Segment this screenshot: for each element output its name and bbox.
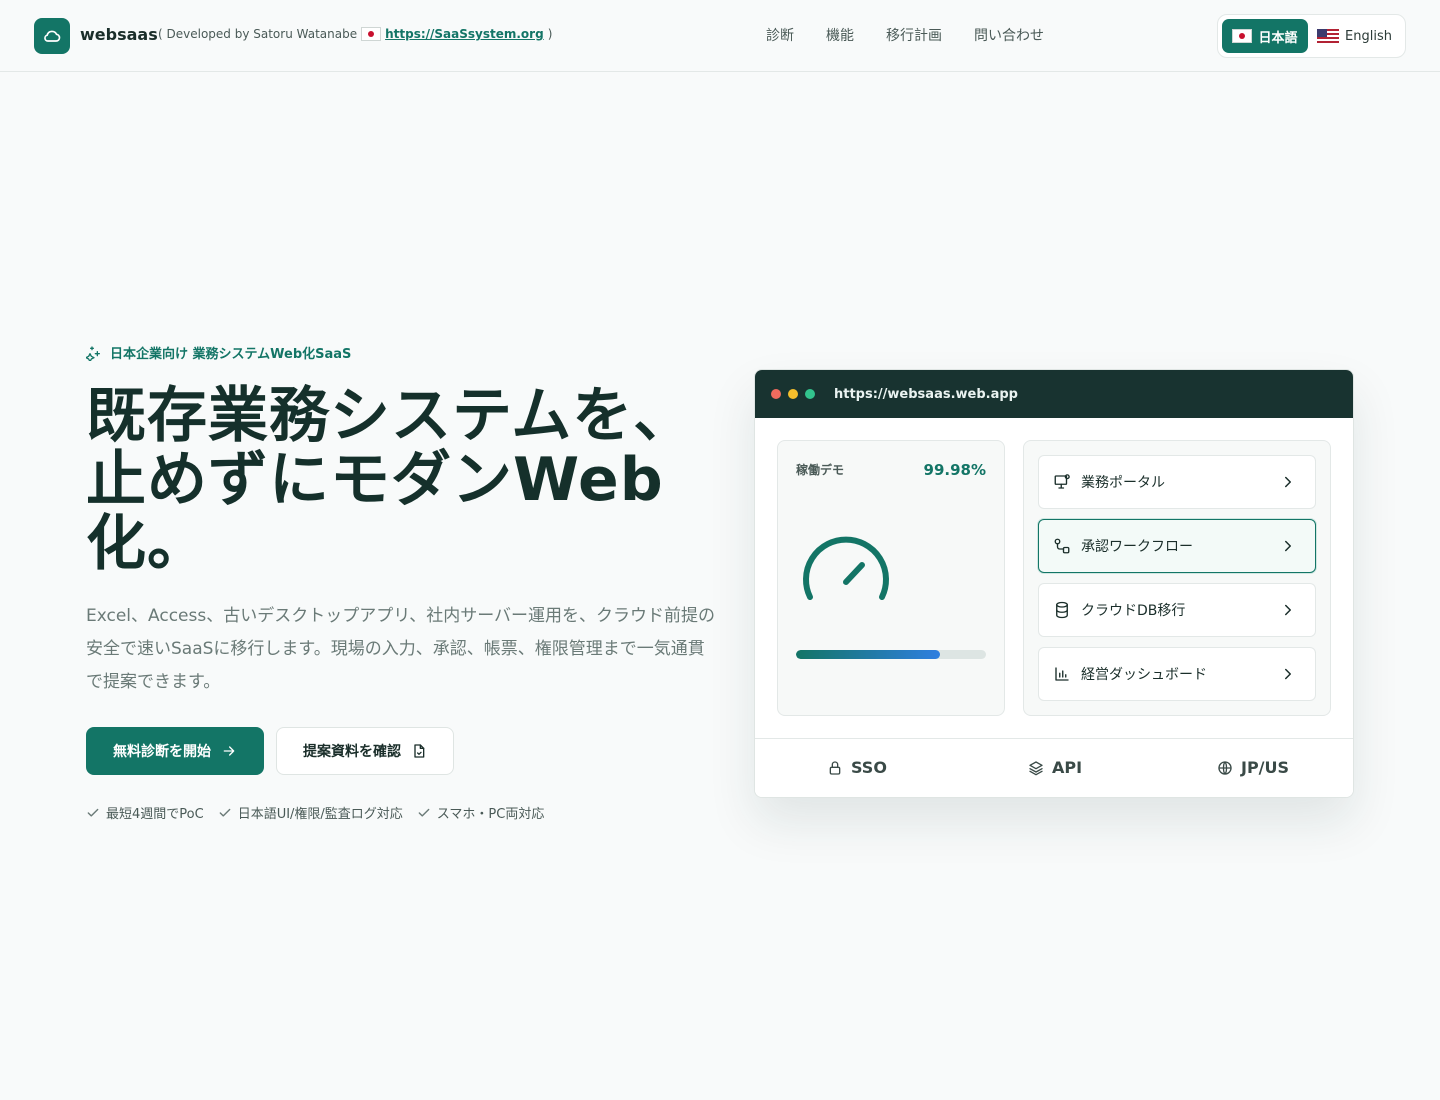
mockup-browser-bar: https://websaas.web.app xyxy=(755,370,1353,418)
japan-flag-icon xyxy=(361,27,382,41)
uptime-card: 稼働デモ 99.98% xyxy=(777,440,1005,716)
lang-english-button[interactable]: English xyxy=(1308,19,1401,53)
arrow-right-icon xyxy=(223,746,235,756)
workflow-icon xyxy=(1054,538,1070,554)
check-item-poc: 最短4週間でPoC xyxy=(86,803,204,822)
menu-item-label: 業務ポータル xyxy=(1081,475,1165,491)
layers-icon xyxy=(1029,760,1043,775)
feature-label: JP/US xyxy=(1241,758,1290,777)
check-label: 日本語UI/権限/監査ログ対応 xyxy=(237,807,403,822)
menu-item-label: 承認ワークフロー xyxy=(1081,539,1193,555)
feature-label: SSO xyxy=(851,758,887,777)
check-icon xyxy=(87,808,99,817)
menu-item-label: クラウドDB移行 xyxy=(1081,603,1186,619)
document-icon xyxy=(414,744,425,758)
menu-item-label: 経営ダッシュボード xyxy=(1081,667,1207,683)
chevron-right-icon xyxy=(1285,476,1291,488)
bar-chart-icon xyxy=(1055,667,1069,681)
menu-item-portal[interactable]: 業務ポータル xyxy=(1038,455,1316,509)
lock-icon xyxy=(829,760,841,775)
feature-label: API xyxy=(1052,758,1083,777)
hero-title: 既存業務システムを、止めずにモダンWeb化。 xyxy=(86,381,695,579)
us-flag-icon xyxy=(1317,29,1340,43)
globe-icon xyxy=(1218,760,1232,775)
check-label: 最短4週間でPoC xyxy=(106,807,204,822)
start-diagnosis-label: 無料診断を開始 xyxy=(113,744,211,760)
feature-menu: 業務ポータル 承認ワークフロー クラウドDB移行 経営ダッシュボード xyxy=(1023,440,1331,716)
feature-sso: SSO xyxy=(827,758,887,777)
lang-english-label: English xyxy=(1345,28,1392,44)
chevron-right-icon xyxy=(1285,540,1291,552)
feature-api: API xyxy=(1028,758,1082,777)
lang-japanese-button[interactable]: 日本語 xyxy=(1222,19,1308,53)
menu-item-dashboard[interactable]: 経営ダッシュボード xyxy=(1038,647,1316,701)
speedometer-icon xyxy=(803,536,889,600)
check-label: スマホ・PC両対応 xyxy=(436,807,545,822)
logo[interactable] xyxy=(34,18,70,54)
feature-region: JP/US xyxy=(1217,758,1289,777)
language-switcher: 日本語 English xyxy=(1217,14,1406,58)
lang-japanese-label: 日本語 xyxy=(1258,30,1298,46)
app-mockup: https://websaas.web.app 稼働デモ 99.98% 業務ポー… xyxy=(754,369,1354,798)
mockup-url: https://websaas.web.app xyxy=(834,386,1018,402)
window-close-dot xyxy=(771,389,781,399)
uptime-progress-bar xyxy=(796,650,986,659)
developer-text: ( Developed by Satoru Watanabe xyxy=(158,27,358,41)
check-icon xyxy=(418,808,430,817)
hero-eyebrow: 日本企業向け 業務システムWeb化SaaS xyxy=(86,343,351,362)
window-maximize-dot xyxy=(805,389,815,399)
uptime-progress-fill xyxy=(796,650,941,659)
feature-checklist: 最短4週間でPoC 日本語UI/権限/監査ログ対応 スマホ・PC両対応 xyxy=(86,803,544,822)
check-item-responsive: スマホ・PC両対応 xyxy=(417,803,545,822)
main-nav: 診断 機能 移行計画 問い合わせ xyxy=(766,25,1044,45)
view-proposal-label: 提案資料を確認 xyxy=(303,744,401,760)
brand-name[interactable]: websaas xyxy=(80,25,158,44)
uptime-value: 99.98% xyxy=(923,461,986,479)
chevron-right-icon xyxy=(1285,604,1291,616)
start-diagnosis-button[interactable]: 無料診断を開始 xyxy=(86,727,264,775)
nav-item-migration-plan[interactable]: 移行計画 xyxy=(886,25,942,45)
developer-credit: ( Developed by Satoru Watanabe https://S… xyxy=(158,27,552,41)
mockup-feature-bar: SSO API JP/US xyxy=(755,738,1353,797)
monitor-icon xyxy=(1054,474,1070,489)
hero-description: Excel、Access、古いデスクトップアプリ、社内サーバー運用を、クラウド前… xyxy=(86,606,716,692)
japan-flag-icon xyxy=(1232,29,1253,43)
window-minimize-dot xyxy=(788,389,798,399)
check-icon xyxy=(219,808,231,817)
chevron-right-icon xyxy=(1285,668,1291,680)
database-icon xyxy=(1056,601,1068,619)
site-link[interactable]: https://SaaSsystem.org xyxy=(385,27,544,41)
hero-eyebrow-text: 日本企業向け 業務システムWeb化SaaS xyxy=(110,347,352,362)
top-header: websaas ( Developed by Satoru Watanabe h… xyxy=(0,0,1440,72)
closing-paren: ) xyxy=(547,27,553,41)
uptime-label: 稼働デモ xyxy=(796,463,845,477)
check-item-japanese-ui: 日本語UI/権限/監査ログ対応 xyxy=(218,803,403,822)
cloud-icon xyxy=(44,30,61,42)
menu-item-workflow[interactable]: 承認ワークフロー xyxy=(1038,519,1316,573)
menu-item-cloud-db[interactable]: クラウドDB移行 xyxy=(1038,583,1316,637)
view-proposal-button[interactable]: 提案資料を確認 xyxy=(276,727,454,775)
nav-item-features[interactable]: 機能 xyxy=(826,25,854,45)
nav-item-diagnosis[interactable]: 診断 xyxy=(766,25,794,45)
nav-item-contact[interactable]: 問い合わせ xyxy=(974,25,1044,45)
sparkles-icon xyxy=(86,345,100,361)
